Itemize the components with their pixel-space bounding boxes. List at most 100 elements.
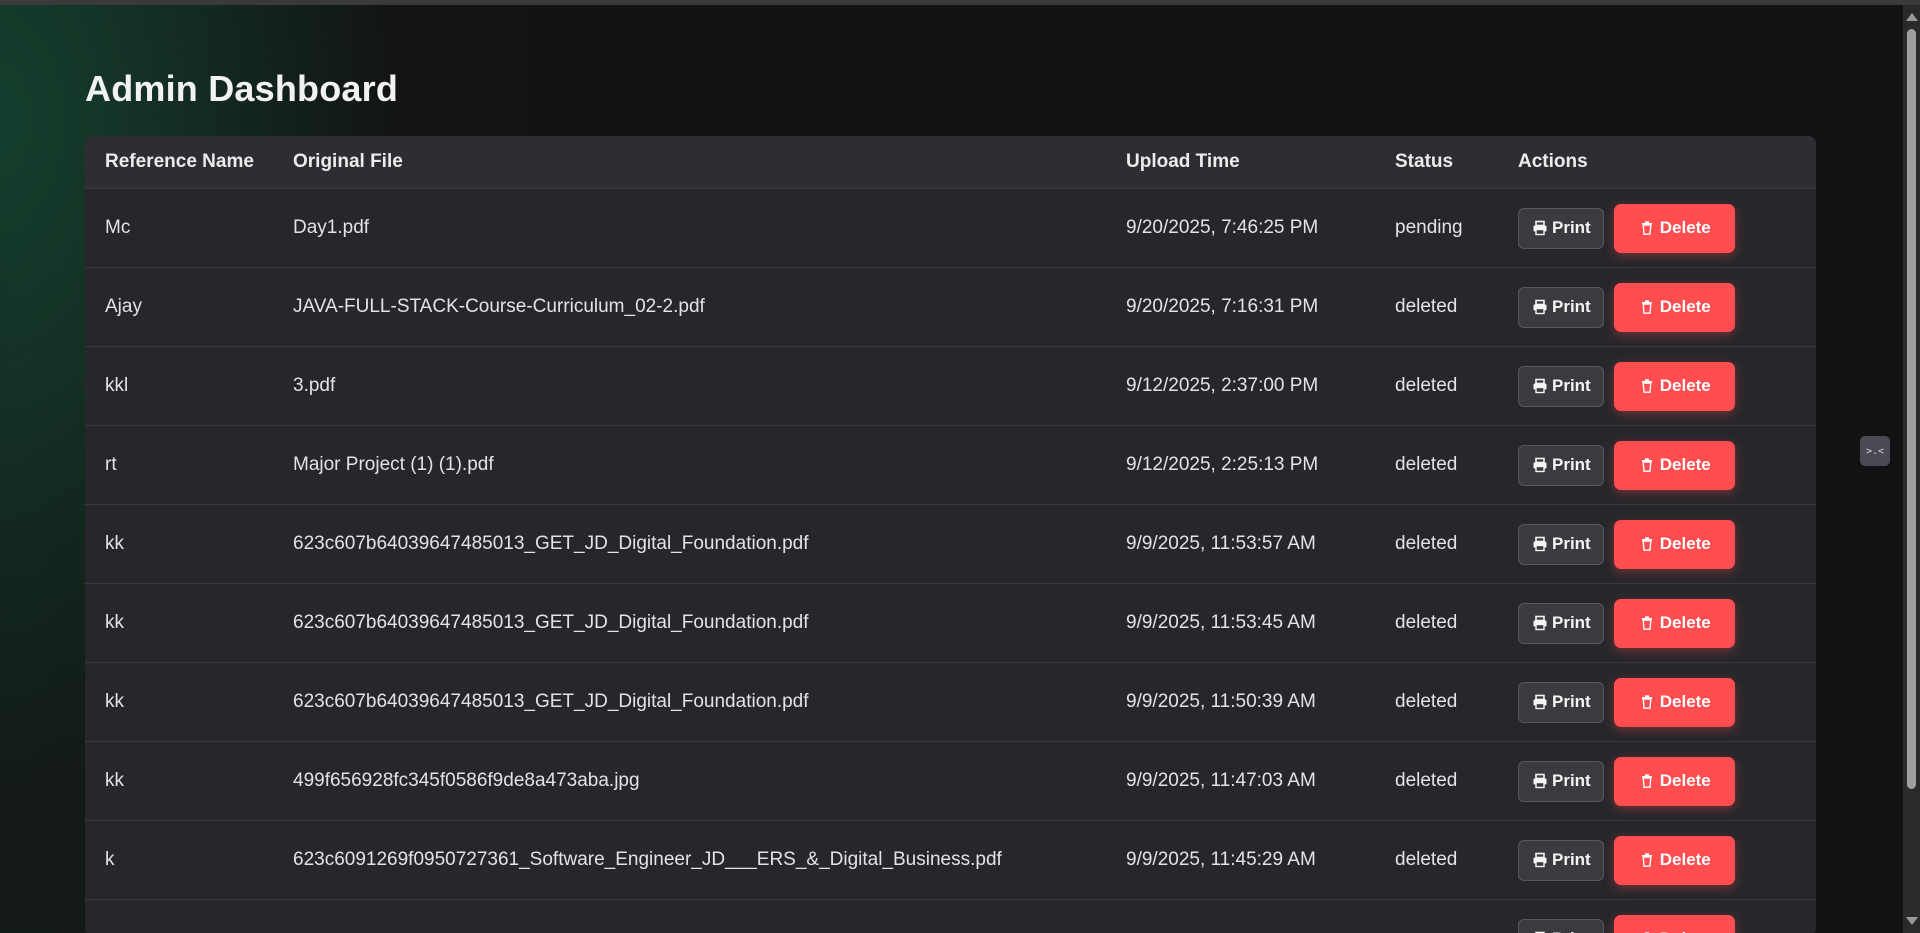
print-button[interactable]: Print <box>1518 918 1604 933</box>
cell-original-file: 3.pdf <box>293 375 336 396</box>
cell-status: deleted <box>1395 612 1458 633</box>
cell-upload-time: 9/12/2025, 2:25:13 PM <box>1126 454 1319 475</box>
cell-upload-time: 9/9/2025, 11:53:57 AM <box>1126 533 1316 554</box>
delete-label: Delete <box>1660 929 1711 933</box>
printer-icon <box>1531 219 1549 237</box>
cell-upload-time: 9/20/2025, 7:46:25 PM <box>1126 217 1319 238</box>
cell-reference-name: k <box>105 849 115 870</box>
cell-upload-time: 9/20/2025, 7:16:31 PM <box>1126 296 1319 317</box>
header-upload-time: Upload Time <box>1126 151 1240 172</box>
side-widget-icon[interactable]: >.< <box>1860 436 1890 466</box>
header-status: Status <box>1395 151 1454 172</box>
print-label: Print <box>1552 455 1591 474</box>
trash-icon <box>1638 614 1656 632</box>
print-label: Print <box>1552 218 1591 237</box>
trash-icon <box>1638 456 1656 474</box>
trash-icon <box>1638 298 1656 316</box>
cell-original-file: 499f656928fc345f0586f9de8a473aba.jpg <box>293 770 640 791</box>
cell-actions: Print Delete <box>1518 440 1816 490</box>
delete-label: Delete <box>1659 455 1711 474</box>
printer-icon <box>1531 772 1549 790</box>
table-row: kk 623c607b64039647485013_GET_JD_Digital… <box>85 505 1816 584</box>
delete-button[interactable]: Delete <box>1613 756 1735 806</box>
trash-icon <box>1638 693 1656 711</box>
scroll-up-arrow-icon[interactable] <box>1906 13 1918 21</box>
scroll-thumb[interactable] <box>1907 29 1916 789</box>
print-button[interactable]: Print <box>1518 760 1604 802</box>
delete-button[interactable]: Delete <box>1613 282 1735 332</box>
cell-original-file: Major Project (1) (1).pdf <box>293 454 494 475</box>
printer-icon <box>1531 377 1549 395</box>
cell-status: deleted <box>1395 454 1458 475</box>
print-button[interactable]: Print <box>1518 681 1604 723</box>
print-button[interactable]: Print <box>1518 839 1604 881</box>
delete-label: Delete <box>1659 771 1711 790</box>
delete-button[interactable]: Delete <box>1613 519 1735 569</box>
cell-status: deleted <box>1395 533 1458 554</box>
table-row: kkl 3.pdf 9/12/2025, 2:37:00 PM deleted … <box>85 347 1816 426</box>
print-button[interactable]: Print <box>1518 365 1604 407</box>
cell-status: deleted <box>1395 691 1458 712</box>
delete-button[interactable]: Delete <box>1613 914 1735 933</box>
print-button[interactable]: Print <box>1518 286 1604 328</box>
delete-button[interactable]: Delete <box>1613 361 1735 411</box>
cell-original-file: Day1.pdf <box>293 217 370 238</box>
delete-button[interactable]: Delete <box>1613 835 1735 885</box>
print-button[interactable]: Print <box>1518 444 1604 486</box>
cell-reference-name: Ajay <box>105 296 142 317</box>
cell-actions: Print Delete <box>1518 519 1816 569</box>
trash-icon <box>1638 772 1656 790</box>
print-label: Print <box>1552 534 1591 553</box>
delete-button[interactable]: Delete <box>1613 598 1735 648</box>
print-label: Print <box>1552 692 1591 711</box>
printer-icon <box>1531 456 1549 474</box>
cell-actions: Print Delete <box>1518 756 1816 806</box>
uploads-table: Reference Name Original File Upload Time… <box>85 136 1816 933</box>
delete-label: Delete <box>1659 692 1711 711</box>
table-row: kk 499f656928fc345f0586f9de8a473aba.jpg … <box>85 742 1816 821</box>
cell-reference-name: rt <box>105 454 117 475</box>
header-reference-name: Reference Name <box>105 151 254 172</box>
printer-icon <box>1531 614 1549 632</box>
print-label: Print <box>1552 850 1591 869</box>
table-body: Mc Day1.pdf 9/20/2025, 7:46:25 PM pendin… <box>85 189 1816 933</box>
print-label: Print <box>1552 297 1591 316</box>
cell-upload-time: 9/9/2025, 11:53:45 AM <box>1126 612 1316 633</box>
table-header: Reference Name Original File Upload Time… <box>85 136 1816 189</box>
vertical-scrollbar[interactable] <box>1903 5 1920 933</box>
table-row: Ajay JAVA-FULL-STACK-Course-Curriculum_0… <box>85 268 1816 347</box>
print-button[interactable]: Print <box>1518 602 1604 644</box>
delete-button[interactable]: Delete <box>1613 440 1735 490</box>
print-label: Print <box>1552 929 1591 933</box>
cell-reference-name: kk <box>105 691 124 712</box>
cell-reference-name: kkl <box>105 375 129 396</box>
delete-label: Delete <box>1659 376 1711 395</box>
cell-original-file: 623c607b64039647485013_GET_JD_Digital_Fo… <box>293 612 809 633</box>
printer-icon <box>1531 851 1549 869</box>
printer-icon <box>1531 298 1549 316</box>
delete-label: Delete <box>1659 534 1711 553</box>
print-label: Print <box>1552 771 1591 790</box>
trash-icon <box>1638 377 1656 395</box>
cell-actions: Print Delete <box>1518 203 1816 253</box>
cell-status: deleted <box>1395 770 1458 791</box>
scroll-down-arrow-icon[interactable] <box>1906 917 1918 925</box>
print-button[interactable]: Print <box>1518 523 1604 565</box>
delete-label: Delete <box>1659 218 1711 237</box>
delete-label: Delete <box>1659 613 1711 632</box>
cell-upload-time: 9/9/2025, 11:50:39 AM <box>1126 691 1316 712</box>
cell-status: deleted <box>1395 296 1458 317</box>
printer-icon <box>1531 693 1549 711</box>
cell-original-file: 623c607b64039647485013_GET_JD_Digital_Fo… <box>293 533 809 554</box>
cell-original-file: 623c6091269f0950727361_Software_Engineer… <box>293 849 1002 870</box>
table-row: Print Delete <box>85 900 1816 933</box>
cell-actions: Print Delete <box>1518 914 1816 933</box>
print-button[interactable]: Print <box>1518 207 1604 249</box>
table-row: Mc Day1.pdf 9/20/2025, 7:46:25 PM pendin… <box>85 189 1816 268</box>
delete-button[interactable]: Delete <box>1613 677 1735 727</box>
print-label: Print <box>1552 613 1591 632</box>
cell-status: deleted <box>1395 849 1458 870</box>
trash-icon <box>1638 219 1656 237</box>
delete-button[interactable]: Delete <box>1613 203 1735 253</box>
header-original-file: Original File <box>293 151 403 172</box>
